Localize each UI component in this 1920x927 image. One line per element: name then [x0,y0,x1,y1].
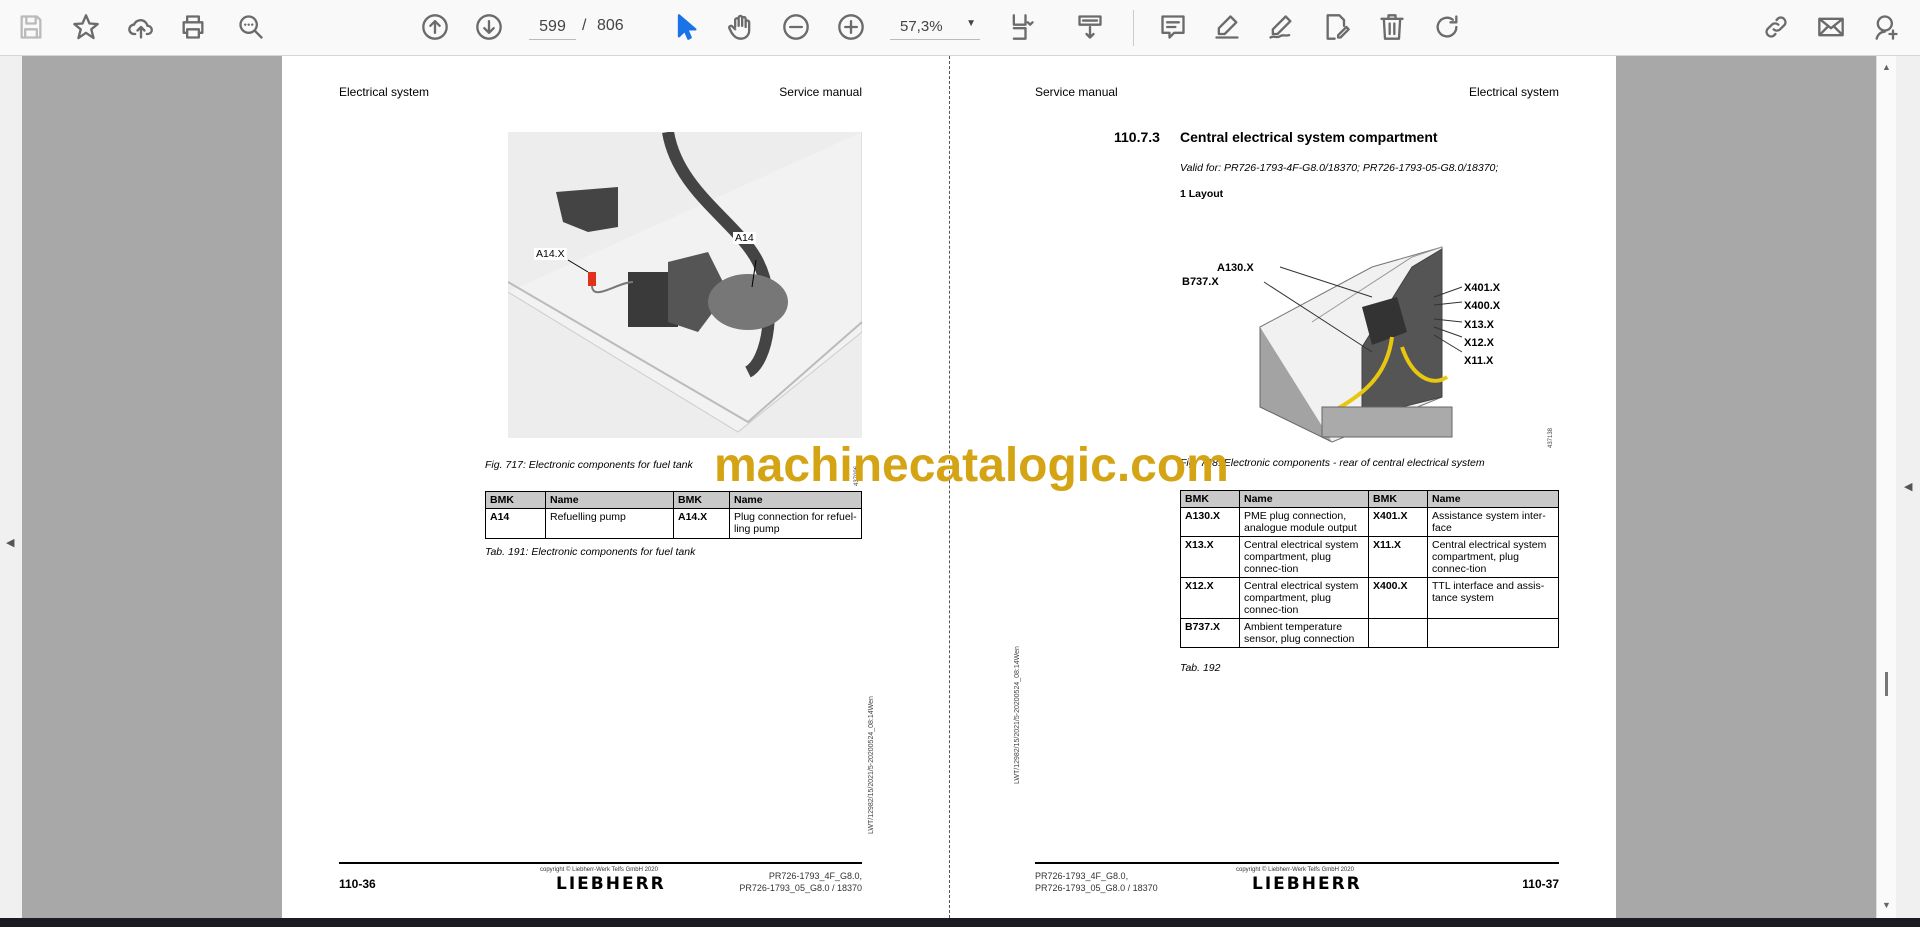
section-number: 110.7.3 [1114,129,1160,145]
print-icon[interactable] [176,10,210,44]
page-number: 110-37 [1522,877,1559,891]
save-icon[interactable] [14,10,48,44]
chevron-left-icon: ◀ [6,537,15,549]
label-x12x: X12.X [1464,337,1494,349]
zoom-in-icon[interactable] [834,10,868,44]
liebherr-logo: LIEBHERR [556,874,666,894]
taskbar-strip [0,918,1920,927]
hand-pan-icon[interactable] [724,10,758,44]
label-a130x: A130.X [1217,262,1254,274]
highlight-icon[interactable] [1210,10,1244,44]
chevron-left-icon[interactable]: ◀ [1904,480,1912,493]
electrical-compartment-figure: A130.X B737.X X401.X X400.X X13.X X12.X … [1182,227,1561,447]
table-caption: Tab. 192 [1180,662,1221,674]
vertical-scrollbar[interactable]: ▲ ▼ [1876,56,1896,918]
comment-icon[interactable] [1156,10,1190,44]
scroll-down-icon[interactable]: ▼ [1882,900,1891,910]
label-a14: A14 [733,232,756,244]
model-line-1: PR726-1793_4F_G8.0, [768,871,862,881]
select-cursor-icon[interactable] [669,10,703,44]
scroll-mode-icon[interactable] [1073,10,1107,44]
zoom-level-select[interactable]: 57,3% ▼ [890,14,980,40]
model-line-2: PR726-1793_05_G8.0 / 18370 [1035,883,1158,893]
watermark: machinecatalogic.com [714,439,1229,492]
footer-rule [1035,862,1559,864]
figure-id: 437138 [1548,427,1554,448]
scroll-up-icon[interactable]: ▲ [1882,62,1891,72]
prev-page-icon[interactable] [418,10,452,44]
subheading: 1 Layout [1180,188,1224,200]
account-icon[interactable] [1869,10,1903,44]
delete-icon[interactable] [1375,10,1409,44]
document-code: LWT/12982/15/2021/5-20200524_08:14Wen [1014,646,1021,784]
edit-icon[interactable] [1320,10,1354,44]
toolbar: / 806 57,3% ▼ [0,0,1920,56]
components-table: BMK Name BMK Name A14 Refuelling pump A14.X Pl… [485,491,862,539]
page-total: 806 [597,17,624,34]
fuel-tank-drawing [508,132,862,433]
label-x401x: X401.X [1464,282,1501,294]
valid-for: Valid for: PR726-1793-4F-G8.0/18370; PR7… [1180,162,1499,174]
label-x13x: X13.X [1464,319,1494,331]
bookmark-star-icon[interactable] [69,10,103,44]
toolbar-divider [1133,10,1134,46]
copyright: copyright © Liebherr-Werk Telfs GmbH 202… [540,867,658,873]
next-page-icon[interactable] [472,10,506,44]
header-right: Service manual [779,85,862,99]
email-icon[interactable] [1814,10,1848,44]
section-title: Central electrical system compartment [1180,129,1438,145]
chevron-down-icon: ▼ [966,18,976,29]
table-row: X12.X Central electrical system compartme… [1180,577,1559,619]
copyright: copyright © Liebherr-Werk Telfs GmbH 202… [1236,867,1354,873]
table-row: A130.X PME plug connection, analogue modu… [1180,507,1559,537]
fuel-tank-figure: A14.X A14 [508,132,862,438]
table-row: B737.X Ambient temperature sensor, plug c… [1180,618,1559,648]
components-table: BMK Name BMK Name A130.X PME plug connection… [1180,490,1559,648]
sign-icon[interactable] [1264,10,1298,44]
zoom-out-icon[interactable] [779,10,813,44]
share-link-icon[interactable] [1759,10,1793,44]
page-number: 110-36 [339,877,376,891]
label-x400x: X400.X [1464,300,1501,312]
footer-rule [339,862,862,864]
label-b737x: B737.X [1182,276,1219,288]
table-row: A14 Refuelling pump A14.X Plug connection f… [485,508,862,539]
right-panel: ▲ ▼ ◀ [1876,56,1920,918]
header-right: Electrical system [1468,85,1559,99]
find-icon[interactable] [234,10,268,44]
label-x11x: X11.X [1464,355,1494,367]
zoom-value: 57,3% [900,18,943,35]
header-left: Service manual [1035,85,1118,99]
model-line-1: PR726-1793_4F_G8.0, [1035,871,1129,881]
compartment-drawing [1259,246,1463,443]
liebherr-logo: LIEBHERR [1252,874,1362,894]
header-left: Electrical system [339,85,430,99]
document-code: LWT/12982/15/2021/5-20200524_08:14Wen [868,696,875,834]
scrollbar-thumb[interactable] [1885,672,1888,696]
model-line-2: PR726-1793_05_G8.0 / 18370 [739,883,862,893]
left-panel-toggle[interactable]: ◀ [0,56,22,918]
page-number-input[interactable] [529,14,576,40]
table-row: X13.X Central electrical system compartme… [1180,536,1559,578]
page-separator: / [582,17,587,34]
table-caption: Tab. 191: Electronic components for fuel… [485,546,696,558]
rotate-icon[interactable] [1430,10,1464,44]
figure-caption: Fig. 717: Electronic components for fuel… [485,459,693,471]
upload-cloud-icon[interactable] [124,10,158,44]
label-a14x: A14.X [534,248,567,260]
fit-page-icon[interactable] [1005,10,1039,44]
